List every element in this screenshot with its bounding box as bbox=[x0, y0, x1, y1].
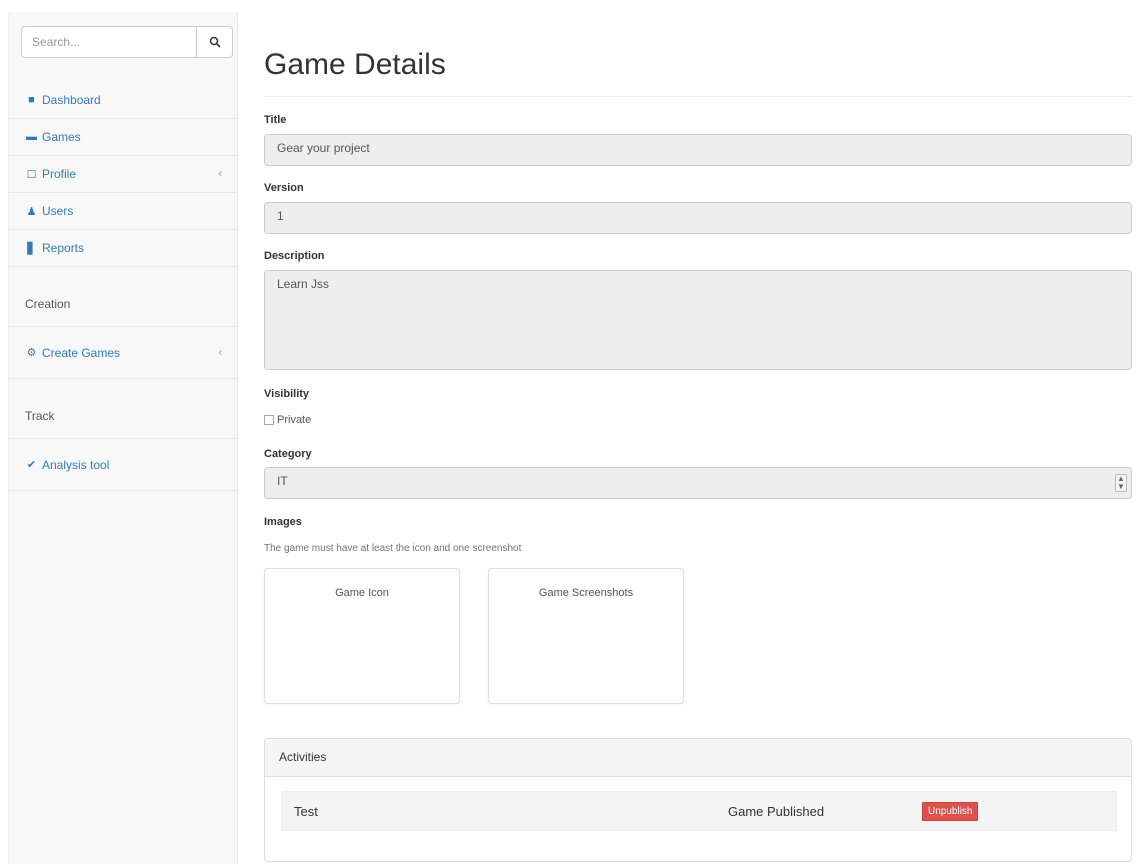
sidebar-item-label: Users bbox=[42, 204, 74, 218]
sidebar-header-track: Track bbox=[9, 379, 238, 439]
activity-name: Test bbox=[294, 804, 318, 819]
title-label: Title bbox=[264, 114, 287, 126]
images-label: Images bbox=[264, 516, 302, 528]
sidebar-item-analysis-tool[interactable]: ✔ Analysis tool bbox=[9, 439, 238, 491]
chevron-left-icon: ‹ bbox=[218, 168, 222, 180]
sidebar-item-create-games[interactable]: ⚙ Create Games ‹ bbox=[9, 327, 238, 379]
images-help-text: The game must have at least the icon and… bbox=[264, 543, 522, 554]
private-checkbox-row[interactable]: Private bbox=[264, 414, 311, 426]
main-content: Game Details Title Gear your project Ver… bbox=[264, 0, 1132, 864]
gear-icon: ⚙ bbox=[26, 347, 37, 359]
game-icon-label: Game Icon bbox=[335, 587, 389, 599]
title-field[interactable]: Gear your project bbox=[264, 134, 1132, 166]
unpublish-button[interactable]: Unpublish bbox=[922, 802, 979, 821]
profile-icon: ☐ bbox=[26, 168, 37, 181]
sidebar-item-label: Analysis tool bbox=[42, 457, 110, 472]
chevron-left-icon: ‹ bbox=[218, 346, 222, 359]
sidebar-nav: ■ Dashboard ▬ Games ☐ Profile ‹ ♟ Users … bbox=[9, 82, 238, 491]
dashboard-icon: ■ bbox=[28, 94, 35, 106]
select-arrows-icon: ▲ ▼ bbox=[1115, 474, 1127, 492]
sidebar-header-creation: Creation bbox=[9, 267, 238, 327]
version-label: Version bbox=[264, 182, 304, 194]
table-row: Test Game Published Unpublish bbox=[281, 791, 1117, 831]
sidebar-item-reports[interactable]: ▋ Reports bbox=[9, 230, 238, 267]
search-group bbox=[21, 26, 233, 60]
search-icon bbox=[209, 36, 221, 48]
sidebar-item-label: Reports bbox=[42, 241, 85, 255]
game-icon-upload[interactable]: Game Icon bbox=[264, 568, 460, 704]
version-field[interactable]: 1 bbox=[264, 202, 1132, 234]
category-label: Category bbox=[264, 448, 312, 460]
activities-panel: Activities Test Game Published Unpublish bbox=[264, 738, 1132, 862]
description-label: Description bbox=[264, 250, 325, 262]
check-icon: ✔ bbox=[26, 459, 37, 471]
sidebar-item-label: Create Games bbox=[42, 345, 121, 360]
search-input[interactable] bbox=[21, 26, 197, 58]
sidebar-item-label: Profile bbox=[42, 167, 77, 181]
sidebar-item-profile[interactable]: ☐ Profile ‹ bbox=[9, 156, 238, 193]
bar-chart-icon: ▋ bbox=[27, 242, 36, 255]
sidebar-item-games[interactable]: ▬ Games bbox=[9, 119, 238, 156]
category-select[interactable]: IT ▲ ▼ bbox=[264, 467, 1132, 499]
description-field[interactable]: Learn Jss bbox=[264, 270, 1132, 370]
divider bbox=[264, 96, 1132, 97]
category-value: IT bbox=[277, 474, 288, 488]
sidebar-item-label: Dashboard bbox=[42, 93, 101, 107]
sidebar: ■ Dashboard ▬ Games ☐ Profile ‹ ♟ Users … bbox=[8, 12, 238, 864]
private-label: Private bbox=[277, 414, 312, 426]
page-title: Game Details bbox=[264, 48, 446, 81]
game-screenshots-upload[interactable]: Game Screenshots bbox=[488, 568, 684, 704]
user-icon: ♟ bbox=[26, 205, 37, 218]
activities-heading: Activities bbox=[265, 739, 1131, 777]
game-screenshots-label: Game Screenshots bbox=[538, 587, 634, 599]
sidebar-item-dashboard[interactable]: ■ Dashboard bbox=[9, 82, 238, 119]
visibility-label: Visibility bbox=[264, 388, 310, 400]
games-icon: ▬ bbox=[26, 131, 37, 143]
activity-status: Game Published bbox=[728, 804, 825, 819]
search-button[interactable] bbox=[197, 26, 233, 58]
sidebar-item-users[interactable]: ♟ Users bbox=[9, 193, 238, 230]
private-checkbox[interactable] bbox=[264, 415, 274, 425]
sidebar-item-label: Games bbox=[42, 130, 81, 144]
